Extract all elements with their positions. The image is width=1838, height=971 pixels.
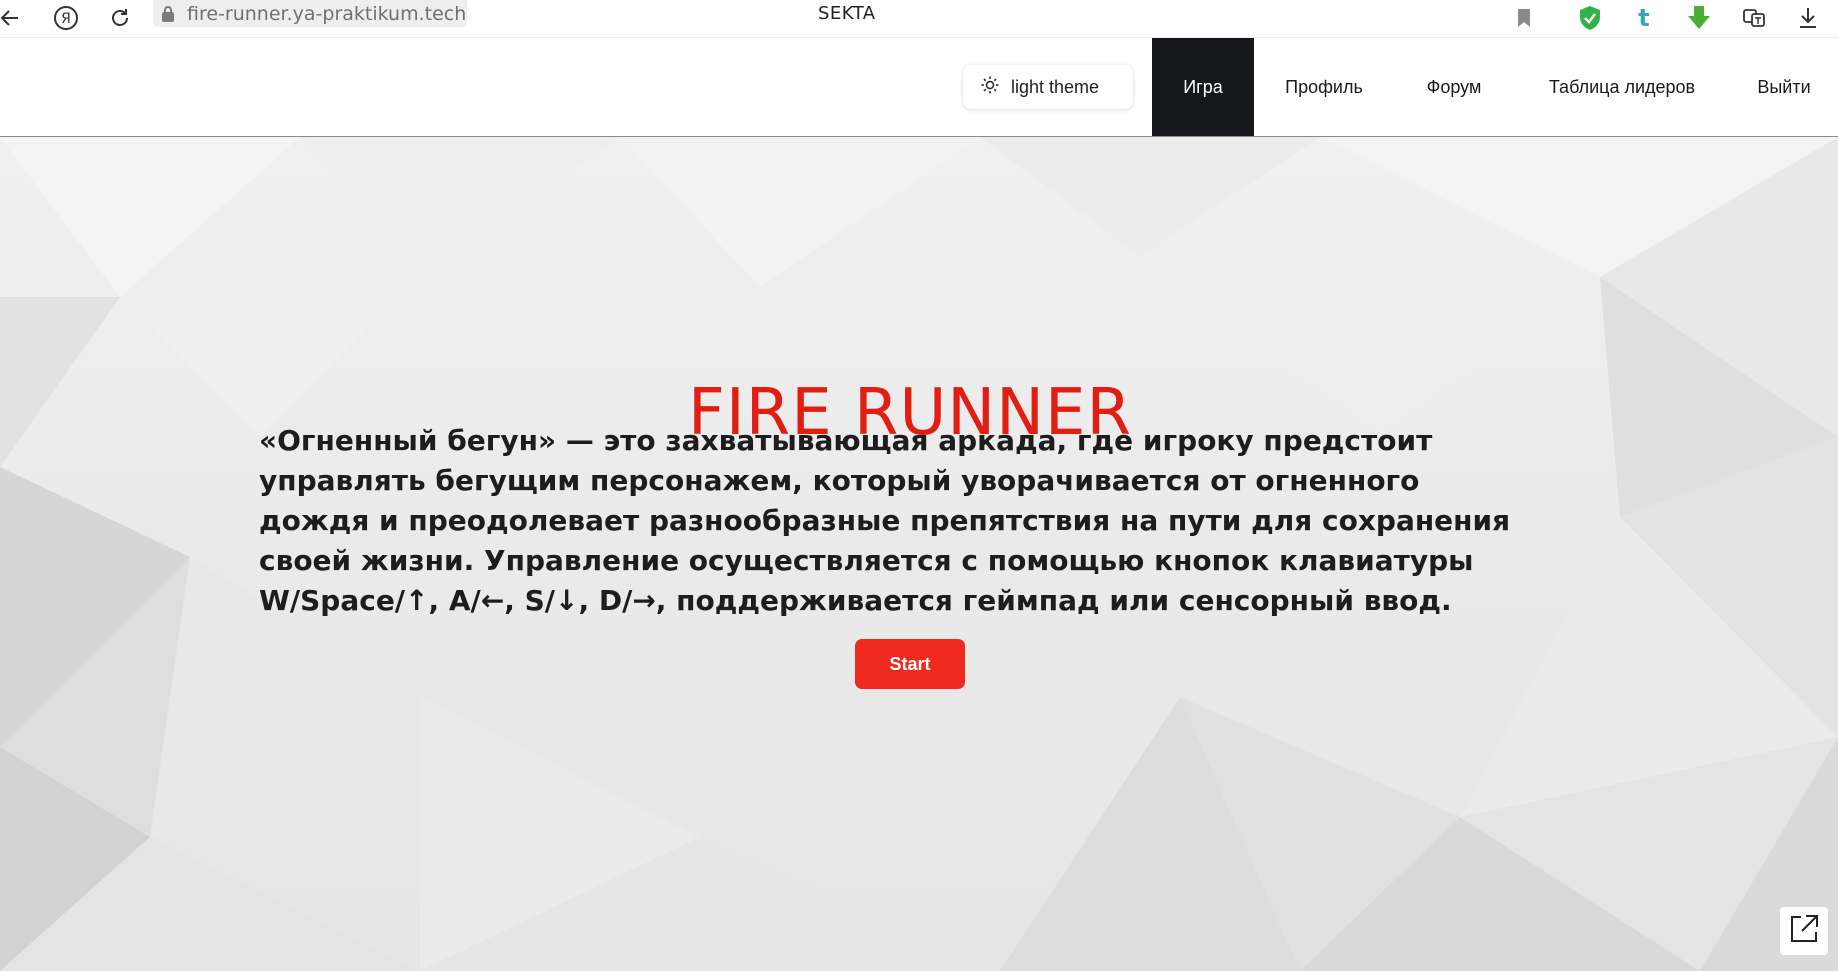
lock-icon <box>157 0 179 27</box>
app-header: light theme Игра Профиль Форум Таблица л… <box>0 38 1838 137</box>
download-extension-icon[interactable] <box>1685 4 1713 32</box>
svg-text:Я: Я <box>61 11 71 27</box>
reload-icon[interactable] <box>106 4 134 32</box>
back-arrow-icon[interactable] <box>0 4 24 32</box>
nav-item-leaderboard[interactable]: Таблица лидеров <box>1514 38 1730 136</box>
fullscreen-button[interactable] <box>1780 907 1828 955</box>
downloads-icon[interactable] <box>1794 4 1822 32</box>
yandex-logo-icon[interactable]: Я <box>52 4 80 32</box>
shield-extension-icon[interactable] <box>1576 4 1604 32</box>
theme-toggle-label: light theme <box>1011 76 1100 97</box>
nav-item-forum[interactable]: Форум <box>1394 38 1514 136</box>
nav-item-game[interactable]: Игра <box>1152 38 1254 136</box>
game-start-screen: FIRE RUNNER «Огненный бегун» — это захва… <box>0 137 1838 971</box>
start-button[interactable]: Start <box>855 639 965 689</box>
nav-item-logout[interactable]: Выйти <box>1730 38 1838 136</box>
address-bar[interactable]: fire-runner.ya-praktikum.tech <box>153 0 467 27</box>
expand-icon <box>1787 912 1821 951</box>
browser-toolbar: Я fire-runner.ya-praktikum.tech SEKTA t <box>0 0 1838 38</box>
tab-title: SEKTA <box>818 3 876 24</box>
sun-icon <box>981 76 999 99</box>
theme-toggle-button[interactable]: light theme <box>963 65 1133 109</box>
bookmark-icon[interactable] <box>1510 4 1538 32</box>
nav-item-profile[interactable]: Профиль <box>1254 38 1394 136</box>
url-text: fire-runner.ya-praktikum.tech <box>187 2 467 25</box>
game-description: «Огненный бегун» — это захватывающая арк… <box>259 424 1511 617</box>
tumblr-extension-icon[interactable]: t <box>1630 4 1658 32</box>
main-nav: Игра Профиль Форум Таблица лидеров Выйти <box>1152 38 1838 136</box>
translate-extension-icon[interactable] <box>1740 4 1768 32</box>
